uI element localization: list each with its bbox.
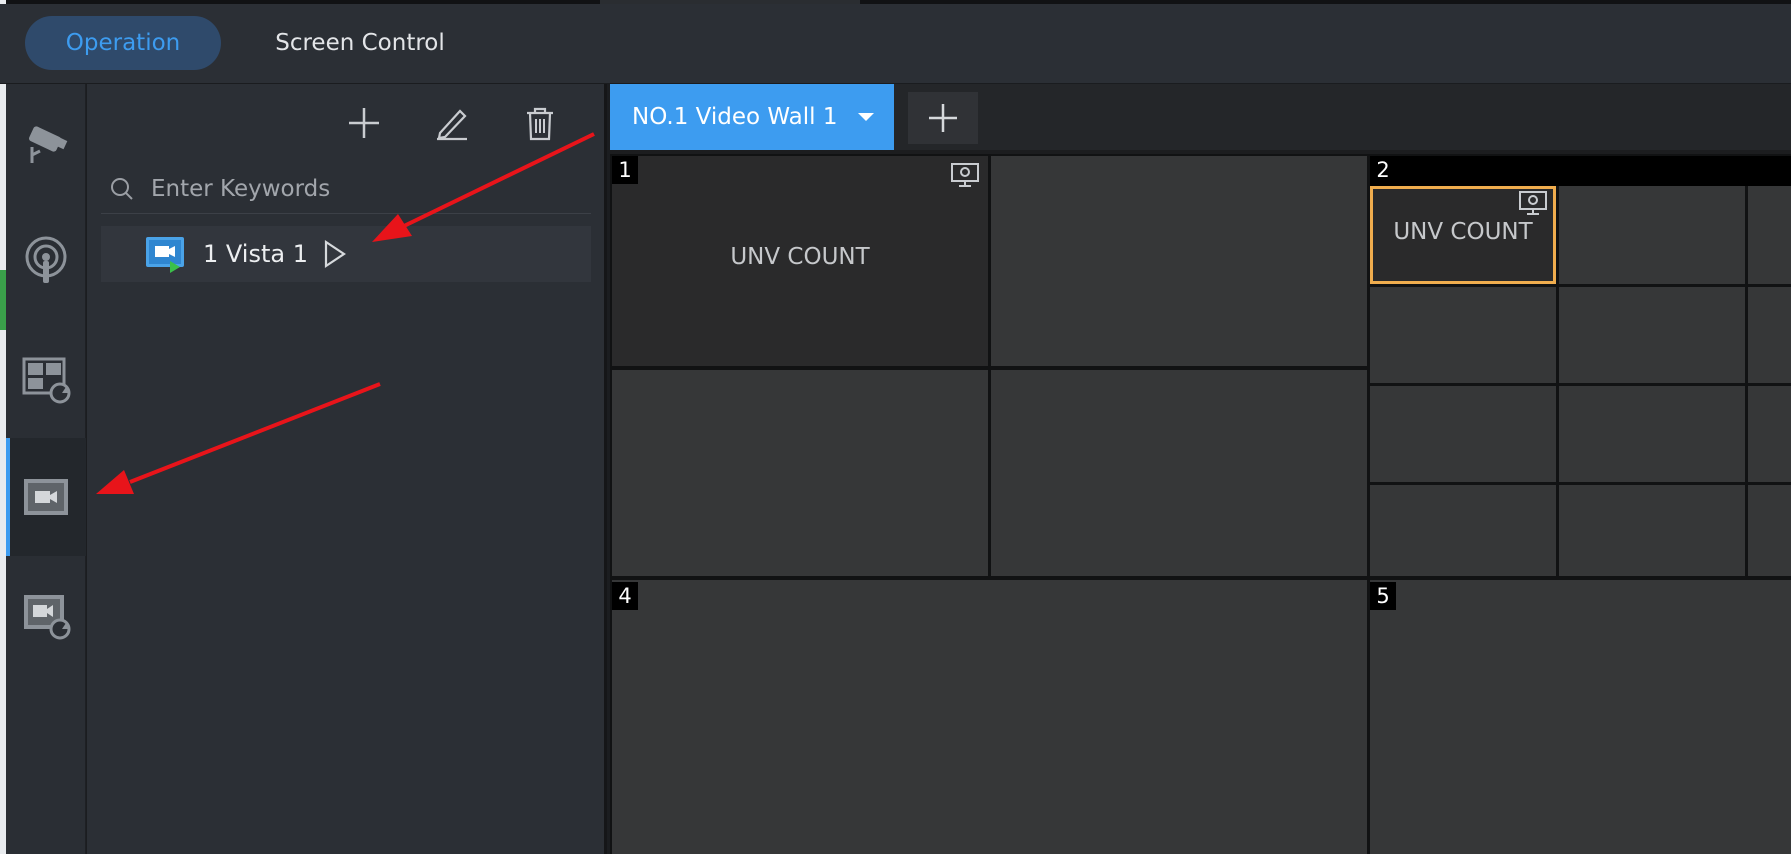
add-button[interactable] [339,98,389,148]
wall-tab-bar: NO.1 Video Wall 1 [610,84,1791,150]
rail-item-scene-cycle[interactable] [6,556,86,674]
alarm-icon [25,236,67,283]
monitor-icon [951,163,979,187]
play-icon[interactable] [322,239,348,269]
screen-number: 4 [612,582,638,610]
wall-cell-2-10[interactable] [1559,386,1745,482]
plus-icon [929,104,957,132]
rail-item-alarm[interactable] [6,202,86,320]
wall-cell-2-6[interactable] [1559,287,1745,383]
add-wall-button[interactable] [908,92,978,144]
tab-operation[interactable]: Operation [25,16,221,70]
monitor-icon [1519,191,1547,215]
wall-screen-4[interactable] [612,580,1367,854]
left-icon-rail [6,84,86,854]
edit-button[interactable] [427,98,477,148]
wall-tab-label: NO.1 Video Wall 1 [632,104,838,130]
wall-cell-1-1[interactable]: UNV COUNT [612,156,988,366]
pencil-icon [437,109,467,141]
screen-number: 5 [1370,582,1396,610]
rail-item-layout-cycle[interactable] [6,320,86,438]
wall-cell-2-2[interactable] [1559,186,1745,284]
search-input[interactable] [151,175,571,202]
video-wall-icon [24,479,68,515]
search-bar [101,164,591,214]
rail-item-video-wall[interactable] [6,438,86,556]
plus-icon [349,108,379,138]
layout-cycle-icon [22,357,71,404]
video-wall-tree-panel: 1 Vista 1 [87,84,607,854]
tree-item-vista[interactable]: 1 Vista 1 [101,226,591,282]
wall-cell-2-5[interactable] [1370,287,1556,383]
wall-screen-5[interactable] [1370,580,1791,854]
video-wall-grid: UNV COUNT 1 2 UNV COUNT 4 5 [610,154,1791,854]
search-icon [111,177,133,200]
wall-cell-2-3[interactable] [1748,186,1791,284]
wall-cell-1-4[interactable] [991,370,1367,576]
screen-number: 2 [1370,156,1396,184]
wall-cell-1-2[interactable] [991,156,1367,366]
trash-icon [527,107,553,141]
wall-cell-2-13[interactable] [1370,485,1556,576]
wall-cell-2-15[interactable] [1748,485,1791,576]
wall-cell-2-11[interactable] [1748,386,1791,482]
wall-cell-2-9[interactable] [1370,386,1556,482]
video-wall-area: NO.1 Video Wall 1 UNV COUNT 1 2 UNV COUN… [610,84,1791,854]
tab-video-wall-1[interactable]: NO.1 Video Wall 1 [610,84,894,150]
screen-header [1370,156,1791,186]
top-nav-bar: Operation Screen Control [0,4,1791,84]
wall-cell-2-7[interactable] [1748,287,1791,383]
video-wall-node-icon [146,237,184,273]
delete-button[interactable] [515,98,565,148]
chevron-down-icon[interactable] [858,113,874,121]
rail-item-camera[interactable] [6,84,86,202]
wall-cell-2-14[interactable] [1559,485,1745,576]
camera-icon [29,126,68,163]
cell-text: UNV COUNT [730,244,870,270]
scene-cycle-icon [24,595,71,640]
screen-number: 1 [612,156,638,184]
cell-text: UNV COUNT [1393,219,1533,245]
wall-cell-1-3[interactable] [612,370,988,576]
tab-screen-control[interactable]: Screen Control [262,16,458,70]
tree-item-label: 1 Vista 1 [203,240,308,268]
